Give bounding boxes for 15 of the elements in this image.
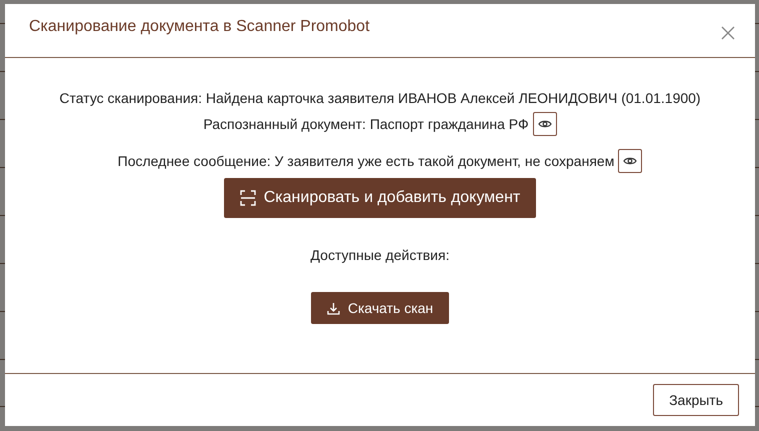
status-text: Статус сканирования: Найдена карточка заявителя ИВАНОВ Алексей ЛЕОНИДОВИЧ (01.01.1900)	[59, 89, 701, 108]
eye-icon	[623, 156, 638, 166]
download-button[interactable]: Скачать скан	[310, 292, 450, 324]
eye-icon	[538, 119, 552, 129]
recognized-document-text: Распознанный документ: Паспорт гражданина РФ	[203, 115, 529, 134]
download-icon	[326, 302, 340, 314]
close-button[interactable]: Закрыть	[653, 384, 739, 416]
dialog-title: Сканирование документа в Scanner Promobot	[29, 18, 370, 36]
view-button[interactable]	[532, 112, 557, 136]
last-message-text: Последнее сообщение: У заявителя уже есть такой документ, не сохраняем	[118, 152, 614, 171]
actions-label: Доступные действия:	[310, 246, 450, 265]
scan-icon	[240, 190, 256, 206]
scan-button[interactable]: Сканировать и добавить документ	[224, 178, 536, 218]
close-icon[interactable]	[721, 26, 735, 40]
view-button[interactable]	[618, 149, 642, 173]
